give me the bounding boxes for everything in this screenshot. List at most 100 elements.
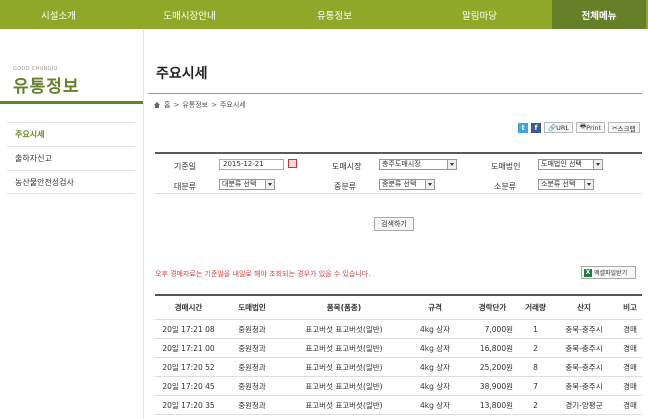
table-cell: 충북-충주시 xyxy=(565,362,603,372)
table-cell: 중원청과 xyxy=(238,324,266,334)
small-category-select[interactable]: 소분류 선택 xyxy=(538,179,594,190)
table-cell: 중원청과 xyxy=(238,400,266,410)
table-cell: 표고버섯 표고버섯(일반) xyxy=(305,400,383,410)
col-header-volume: 거래량 xyxy=(525,303,546,312)
table-cell: 25,200원 xyxy=(479,362,513,372)
table-cell: 중원청과 xyxy=(238,362,266,372)
sidebar-divider xyxy=(0,101,143,104)
market-value: 충주도매시장 xyxy=(382,160,421,168)
table-cell: 4kg 상자 xyxy=(419,343,451,353)
market-select[interactable]: 충주도매시장 xyxy=(379,159,457,170)
table-row: 20일 17:21 00 중원청과 표고버섯 표고버섯(일반) 4kg 상자 16,80… xyxy=(155,339,642,358)
table-cell: 7,000원 xyxy=(484,324,513,334)
table-cell: 경매 xyxy=(623,362,637,372)
large-category-label: 대분류 xyxy=(174,182,197,191)
col-header-origin: 산지 xyxy=(577,303,591,312)
date-label: 기준일 xyxy=(174,162,197,171)
table-cell: 8 xyxy=(533,362,538,372)
share-toolbar: t f 🔗 URL 🖶 Print ✂ 스크랩 xyxy=(518,122,640,133)
table-cell: 중원청과 xyxy=(238,381,266,391)
large-category-select[interactable]: 대분류 선택 xyxy=(219,179,275,190)
table-cell: 2 xyxy=(533,400,538,410)
chevron-down-icon xyxy=(447,160,456,169)
table-cell: 20일 17:20 52 xyxy=(162,362,215,372)
table-cell: 16,800원 xyxy=(479,343,513,353)
col-header-corp: 도매법인 xyxy=(238,303,266,312)
table-row: 20일 17:20 45 중원청과 표고버섯 표고버섯(일반) 4kg 상자 38,90… xyxy=(155,377,642,396)
medium-category-value: 중분류 선택 xyxy=(382,180,417,188)
sidebar-item-safety[interactable]: 농산물안전성검사 xyxy=(7,170,135,194)
table-cell: 4kg 상자 xyxy=(419,381,451,391)
calendar-icon[interactable] xyxy=(288,159,297,168)
url-button[interactable]: 🔗 URL xyxy=(544,122,573,133)
table-cell: 표고버섯 표고버섯(일반) xyxy=(305,343,383,353)
facebook-icon[interactable]: f xyxy=(531,122,541,133)
medium-category-label: 중분류 xyxy=(334,182,357,191)
scrap-label: 스크랩 xyxy=(617,124,636,133)
search-form: 기준일 2015-12-21 도매시장 충주도매시장 도매법인 도매법인 선택 … xyxy=(155,152,642,194)
nav-all-menu[interactable]: 전체메뉴 xyxy=(552,0,646,29)
table-cell: 2 xyxy=(533,343,538,353)
table-cell: 경매 xyxy=(623,343,637,353)
table-header: 경매시간 도매법인 품목(품종) 규격 경락단가 거래량 산지 비고 xyxy=(155,296,642,320)
corp-label: 도매법인 xyxy=(491,162,521,171)
col-header-note: 비고 xyxy=(623,303,637,312)
nav-notice[interactable]: 알림마당 xyxy=(407,0,552,29)
table-cell: 충북-충주시 xyxy=(565,381,603,391)
nav-facility[interactable]: 시설소개 xyxy=(0,0,117,29)
sidebar-item-shipper[interactable]: 출하자신고 xyxy=(7,146,135,170)
breadcrumb-sep: > xyxy=(211,101,217,109)
date-input[interactable]: 2015-12-21 xyxy=(219,159,284,170)
table-cell: 4kg 상자 xyxy=(419,324,451,334)
small-category-value: 소분류 선택 xyxy=(541,180,576,188)
print-button[interactable]: 🖶 Print xyxy=(576,122,606,133)
chevron-down-icon xyxy=(593,160,602,169)
chevron-down-icon xyxy=(265,180,274,189)
table-cell: 7 xyxy=(533,381,538,391)
top-nav: 시설소개 도매시장안내 유통정보 알림마당 전체메뉴 xyxy=(0,0,648,29)
breadcrumb-home[interactable]: 홈 xyxy=(164,100,170,110)
table-row: 20일 17:21 08 중원청과 표고버섯 표고버섯(일반) 4kg 상자 7,000… xyxy=(155,320,642,339)
table-cell: 충북-충주시 xyxy=(565,343,603,353)
home-icon[interactable] xyxy=(153,101,161,109)
table-cell: 중원청과 xyxy=(238,343,266,353)
table-row: 20일 17:20 52 중원청과 표고버섯 표고버섯(일반) 4kg 상자 25,20… xyxy=(155,358,642,377)
excel-download-button[interactable]: X 엑셀파일받기 xyxy=(581,266,636,279)
col-header-time: 경매시간 xyxy=(174,303,203,312)
corp-value: 도매법인 선택 xyxy=(541,160,582,168)
title-divider xyxy=(148,93,642,94)
market-label: 도매시장 xyxy=(332,162,362,171)
table-cell: 4kg 상자 xyxy=(419,362,451,372)
chevron-down-icon xyxy=(584,180,593,189)
excel-icon: X xyxy=(584,268,592,277)
table-cell: 충북-충주시 xyxy=(565,324,603,334)
table-cell: 경기-양평군 xyxy=(565,400,603,410)
table-cell: 경매 xyxy=(623,324,637,334)
small-category-label: 소분류 xyxy=(494,182,517,191)
sidebar-menu: 주요시세 출하자신고 농산물안전성검사 xyxy=(7,122,135,194)
sidebar-item-price[interactable]: 주요시세 xyxy=(7,122,135,146)
table-cell: 20일 17:21 00 xyxy=(162,343,215,353)
chevron-down-icon xyxy=(425,180,434,189)
nav-distribution-info[interactable]: 유통정보 xyxy=(262,0,407,29)
page-title: 주요시세 xyxy=(156,66,208,82)
scrap-button[interactable]: ✂ 스크랩 xyxy=(608,122,640,133)
notice-text: 오후 경매자료는 기준일을 내일로 해야 조회되는 경우가 있을 수 있습니다. xyxy=(155,270,371,278)
table-cell: 경매 xyxy=(623,381,637,391)
col-header-price: 경락단가 xyxy=(478,303,507,312)
medium-category-select[interactable]: 중분류 선택 xyxy=(379,179,435,190)
excel-label: 엑셀파일받기 xyxy=(594,270,628,277)
table-row: 20일 17:20 35 중원청과 표고버섯 표고버섯(일반) 4kg 상자 13,80… xyxy=(155,396,642,415)
table-cell: 표고버섯 표고버섯(일반) xyxy=(305,324,383,334)
corp-select[interactable]: 도매법인 선택 xyxy=(538,159,603,170)
breadcrumb-distribution[interactable]: 유통정보 xyxy=(182,100,208,110)
table-body: 20일 17:21 08 중원청과 표고버섯 표고버섯(일반) 4kg 상자 7,000… xyxy=(155,320,642,415)
sidebar-title: 유통정보 xyxy=(13,77,80,97)
breadcrumb: 홈 > 유통정보 > 주요시세 xyxy=(153,100,246,110)
table-cell: 표고버섯 표고버섯(일반) xyxy=(305,381,383,391)
twitter-icon[interactable]: t xyxy=(518,122,528,133)
nav-market-guide[interactable]: 도매시장안내 xyxy=(117,0,262,29)
search-button[interactable]: 검색하기 xyxy=(374,217,414,231)
table-cell: 20일 17:21 08 xyxy=(162,324,215,334)
print-label: Print xyxy=(586,123,602,132)
